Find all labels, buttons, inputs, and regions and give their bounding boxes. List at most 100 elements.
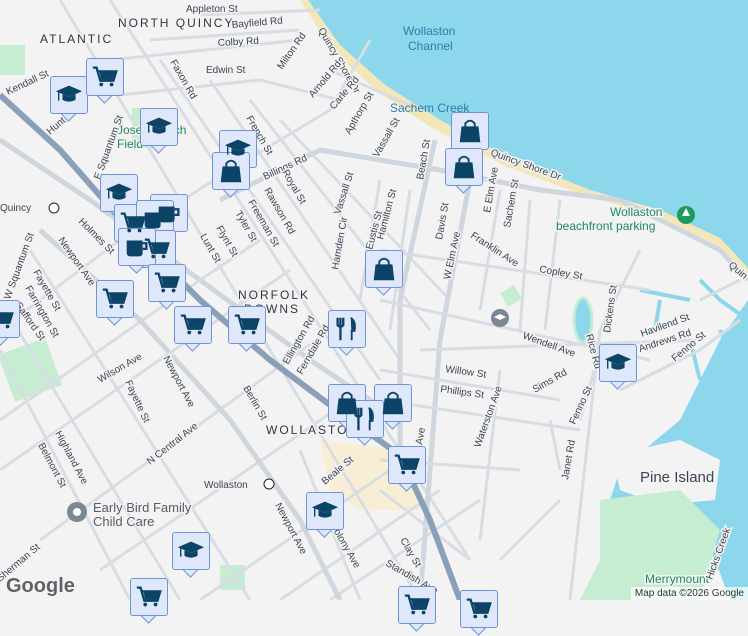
grocery-icon [152, 268, 182, 298]
education-icon [54, 80, 84, 110]
map-marker-grocery[interactable] [388, 446, 426, 490]
grocery-icon [402, 590, 432, 620]
map-marker-shopping[interactable] [445, 148, 483, 192]
street-label: Milton Rd [275, 31, 308, 72]
street-label: Appleton St [186, 4, 238, 15]
restaurant-icon [332, 314, 362, 344]
map-marker-grocery[interactable] [130, 578, 168, 622]
poi-beach-parking[interactable]: beachfront parking [556, 219, 655, 233]
grocery-icon [90, 62, 120, 92]
grocery-icon [100, 284, 130, 314]
street-label: Bayfield Rd [231, 16, 283, 31]
neighborhood-atlantic: ATLANTIC [40, 32, 113, 46]
marker-box [118, 228, 156, 266]
map-marker-grocery[interactable] [460, 590, 498, 634]
marker-box [398, 586, 436, 624]
marker-box [365, 250, 403, 288]
map-marker-education[interactable] [140, 108, 178, 152]
marker-box [0, 300, 20, 338]
water-label: Wollaston [403, 24, 455, 38]
shopping-icon [369, 254, 399, 284]
street-label: Willow St [445, 364, 487, 381]
street-label: Hamden Cir [330, 215, 350, 270]
map-marker-grocery[interactable] [228, 306, 266, 350]
map-marker-education[interactable] [172, 532, 210, 576]
water-label: Channel [408, 39, 453, 53]
map-marker-grocery[interactable] [0, 300, 20, 344]
grocery-icon [392, 450, 422, 480]
grocery-icon [232, 310, 262, 340]
map-marker-shopping[interactable] [365, 250, 403, 294]
street-label: Colby Rd [218, 36, 260, 49]
map-marker-education[interactable] [306, 492, 344, 536]
marker-box [172, 532, 210, 570]
grocery-icon [0, 304, 16, 334]
street-label: Holmes St [76, 216, 117, 257]
shopping-icon [378, 388, 408, 418]
map-marker-grocery[interactable] [96, 280, 134, 324]
park [500, 285, 522, 307]
poi-beach-parking[interactable]: Wollaston [610, 205, 662, 219]
map-marker-shopping[interactable] [212, 152, 250, 196]
marker-box [100, 174, 138, 212]
poi-early-bird[interactable]: Early Bird Family [93, 500, 192, 515]
map-marker-grocery[interactable] [86, 58, 124, 102]
station-north-quincy[interactable]: Quincy [0, 203, 31, 214]
marker-box [445, 148, 483, 186]
google-logo: Google [6, 575, 75, 598]
map-marker-restaurant[interactable] [346, 400, 384, 444]
marker-box [86, 58, 124, 96]
education-icon [176, 536, 206, 566]
park [0, 45, 25, 75]
shopping-icon [455, 116, 485, 146]
street-label: Dickens St [602, 284, 620, 333]
marker-box [346, 400, 384, 438]
map-marker-education[interactable] [50, 76, 88, 120]
place-pine-island: Pine Island [640, 469, 714, 486]
marker-box [460, 590, 498, 628]
marker-box [212, 152, 250, 190]
grocery-icon [134, 582, 164, 612]
place-merrymount: Merrymount [645, 572, 710, 586]
cafe-icon [140, 204, 170, 234]
street-label: Sachem St [502, 178, 521, 228]
education-icon [310, 496, 340, 526]
street-label: Vassall St [371, 116, 402, 160]
street-label: Janet Rd [560, 439, 578, 480]
grocery-icon [464, 594, 494, 624]
station-wollaston[interactable]: Wollaston [204, 480, 248, 491]
poi-early-bird[interactable]: Child Care [93, 514, 154, 529]
transit-icon[interactable] [264, 479, 274, 489]
marker-box [388, 446, 426, 484]
street-label: Ave [414, 426, 428, 445]
street-label: Sims Rd [531, 367, 569, 395]
map-marker-grocery[interactable] [148, 264, 186, 308]
street-label: Edwin St [206, 65, 246, 76]
cafe-icon [122, 232, 152, 262]
education-icon [603, 348, 633, 378]
map-marker-restaurant[interactable] [328, 310, 366, 354]
map-marker-education[interactable] [599, 344, 637, 388]
marker-box [228, 306, 266, 344]
street-label: Copley St [538, 264, 583, 282]
education-icon [104, 178, 134, 208]
shopping-icon [216, 156, 246, 186]
transit-icon[interactable] [49, 203, 59, 213]
street-label: Davis St [434, 202, 451, 241]
education-icon [144, 112, 174, 142]
marker-box [306, 492, 344, 530]
marker-box [599, 344, 637, 382]
neighborhood-norfolk: NORFOLK [238, 288, 310, 302]
marker-box [96, 280, 134, 318]
marker-box [130, 578, 168, 616]
map-marker-grocery[interactable] [398, 586, 436, 630]
marker-box [328, 310, 366, 348]
shopping-icon [449, 152, 479, 182]
marker-box [451, 112, 489, 150]
restaurant-icon [350, 404, 380, 434]
map-marker-grocery[interactable] [174, 306, 212, 350]
grocery-icon [178, 310, 208, 340]
map-data-attribution[interactable]: Map data ©2026 Google [631, 587, 748, 600]
marker-box [148, 264, 186, 302]
neighborhood-north-quincy: NORTH QUINCY [118, 16, 234, 30]
